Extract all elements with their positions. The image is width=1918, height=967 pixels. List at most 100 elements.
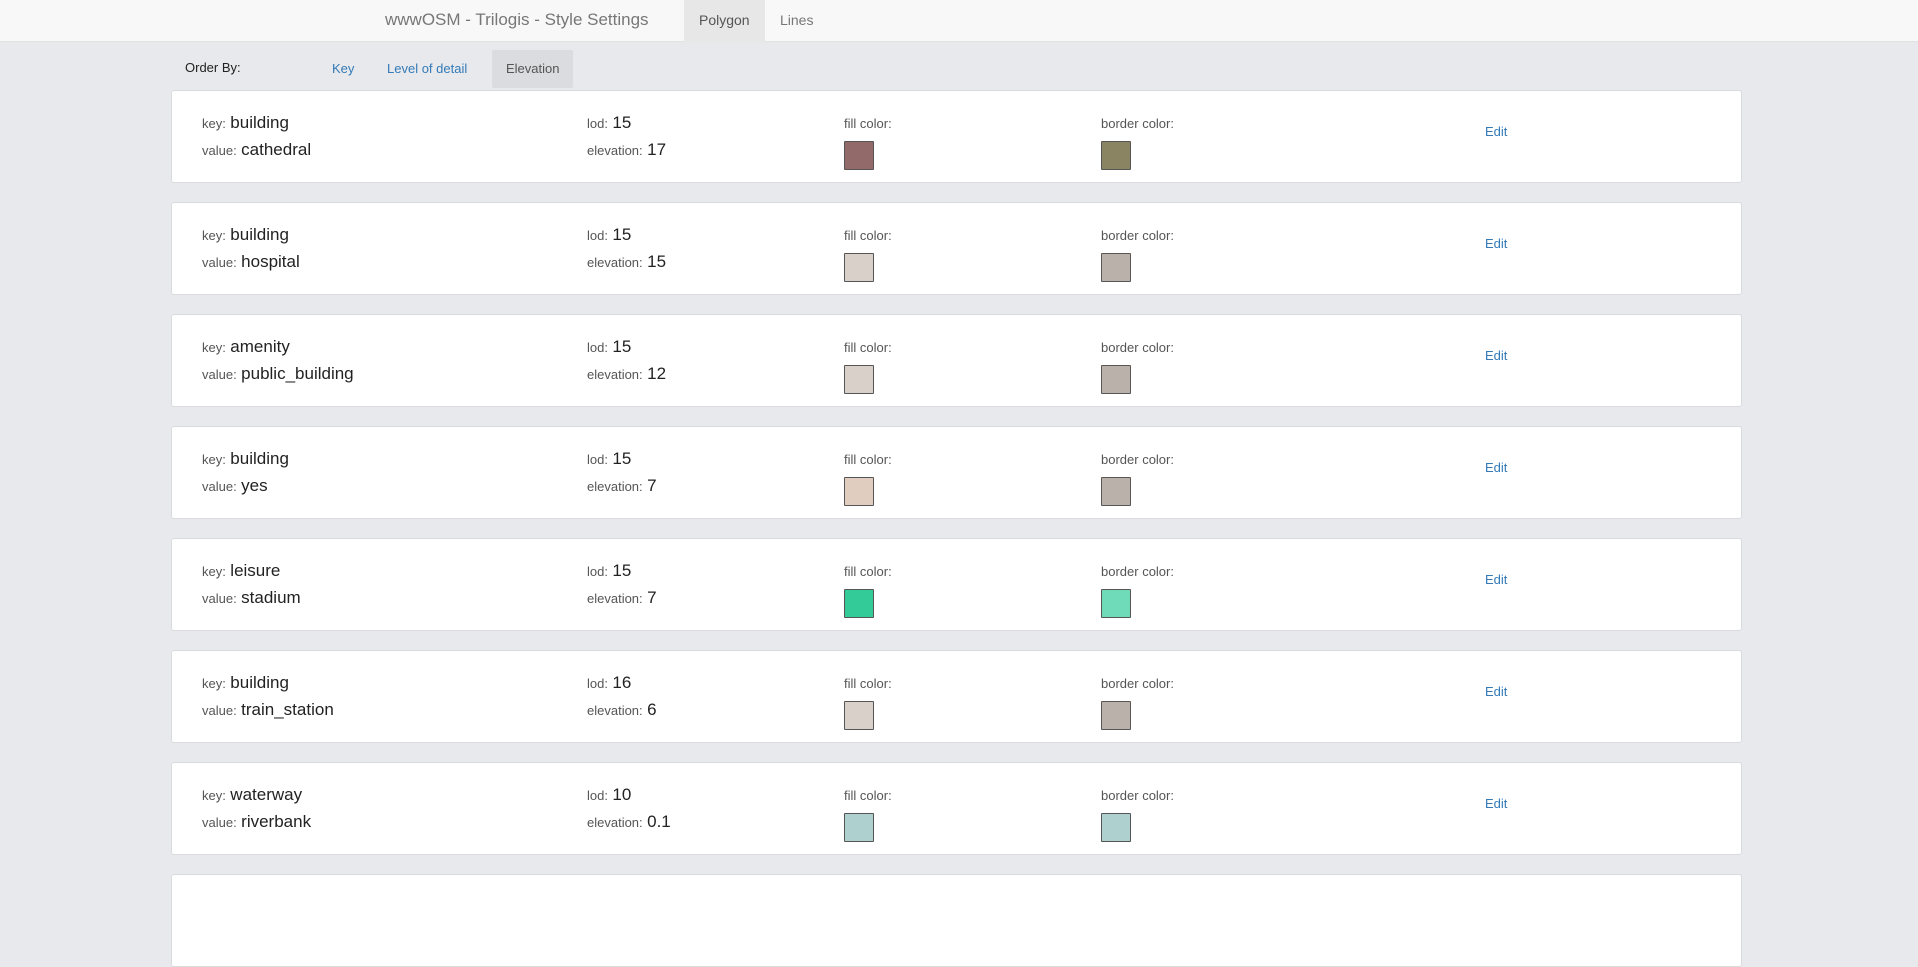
lod-label: lod: bbox=[587, 452, 608, 467]
elevation-value: 0.1 bbox=[647, 812, 671, 831]
elevation-label: elevation: bbox=[587, 367, 643, 382]
value-value: cathedral bbox=[241, 140, 312, 159]
elevation-row: elevation: 17 bbox=[587, 140, 666, 160]
fill-color-swatch bbox=[844, 589, 874, 618]
value-row: value: cathedral bbox=[202, 140, 311, 160]
style-card: key: building value: cathedral lod: 15 e… bbox=[171, 90, 1742, 183]
elevation-row: elevation: 12 bbox=[587, 364, 666, 384]
fill-color-swatch bbox=[844, 477, 874, 506]
elevation-label: elevation: bbox=[587, 479, 643, 494]
key-row: key: building bbox=[202, 225, 289, 245]
elevation-value: 17 bbox=[647, 140, 667, 159]
lod-row: lod: 15 bbox=[587, 225, 631, 245]
border-color-label: border color: bbox=[1101, 564, 1174, 579]
value-label: value: bbox=[202, 479, 237, 494]
key-value: amenity bbox=[230, 337, 290, 356]
key-label: key: bbox=[202, 564, 226, 579]
style-card: key: building value: train_station lod: … bbox=[171, 650, 1742, 743]
key-value: leisure bbox=[230, 561, 281, 580]
elevation-row: elevation: 0.1 bbox=[587, 812, 671, 832]
edit-button[interactable]: Edit bbox=[1485, 348, 1507, 363]
elevation-row: elevation: 6 bbox=[587, 700, 657, 720]
elevation-label: elevation: bbox=[587, 591, 643, 606]
key-label: key: bbox=[202, 228, 226, 243]
app-title[interactable]: wwwOSM - Trilogis - Style Settings bbox=[385, 0, 649, 42]
fill-color-label: fill color: bbox=[844, 116, 892, 131]
lod-row: lod: 15 bbox=[587, 449, 631, 469]
key-row: key: building bbox=[202, 673, 289, 693]
key-row: key: building bbox=[202, 113, 289, 133]
top-navbar: wwwOSM - Trilogis - Style Settings Polyg… bbox=[0, 0, 1918, 42]
elevation-label: elevation: bbox=[587, 255, 643, 270]
value-label: value: bbox=[202, 367, 237, 382]
order-by-label: Order By: bbox=[185, 60, 241, 75]
key-value: building bbox=[230, 673, 289, 692]
order-by-level-of-detail[interactable]: Level of detail bbox=[373, 50, 481, 88]
value-row: value: stadium bbox=[202, 588, 301, 608]
order-by-bar: Order By: Key Level of detail Elevation bbox=[0, 50, 1918, 88]
tab-polygon[interactable]: Polygon bbox=[684, 0, 765, 42]
key-value: building bbox=[230, 449, 289, 468]
border-color-label: border color: bbox=[1101, 452, 1174, 467]
key-row: key: building bbox=[202, 449, 289, 469]
key-value: building bbox=[230, 225, 289, 244]
border-color-label: border color: bbox=[1101, 228, 1174, 243]
lod-value: 10 bbox=[612, 785, 632, 804]
border-color-swatch bbox=[1101, 365, 1131, 394]
elevation-row: elevation: 15 bbox=[587, 252, 666, 272]
value-label: value: bbox=[202, 255, 237, 270]
elevation-value: 7 bbox=[647, 588, 657, 607]
order-by-key[interactable]: Key bbox=[318, 50, 368, 88]
lod-label: lod: bbox=[587, 228, 608, 243]
value-label: value: bbox=[202, 703, 237, 718]
lod-row: lod: 15 bbox=[587, 113, 631, 133]
key-value: building bbox=[230, 113, 289, 132]
value-value: riverbank bbox=[241, 812, 312, 831]
edit-button[interactable]: Edit bbox=[1485, 684, 1507, 699]
lod-label: lod: bbox=[587, 676, 608, 691]
fill-color-label: fill color: bbox=[844, 452, 892, 467]
value-value: hospital bbox=[241, 252, 300, 271]
value-row: value: hospital bbox=[202, 252, 300, 272]
edit-button[interactable]: Edit bbox=[1485, 572, 1507, 587]
elevation-value: 15 bbox=[647, 252, 667, 271]
value-row: value: train_station bbox=[202, 700, 334, 720]
tab-lines[interactable]: Lines bbox=[765, 0, 828, 42]
elevation-row: elevation: 7 bbox=[587, 476, 657, 496]
elevation-value: 12 bbox=[647, 364, 667, 383]
fill-color-label: fill color: bbox=[844, 676, 892, 691]
order-by-elevation[interactable]: Elevation bbox=[492, 50, 574, 88]
key-value: waterway bbox=[230, 785, 303, 804]
border-color-label: border color: bbox=[1101, 116, 1174, 131]
key-row: key: leisure bbox=[202, 561, 280, 581]
lod-row: lod: 10 bbox=[587, 785, 631, 805]
lod-value: 16 bbox=[612, 673, 632, 692]
lod-value: 15 bbox=[612, 225, 632, 244]
key-label: key: bbox=[202, 116, 226, 131]
lod-label: lod: bbox=[587, 340, 608, 355]
value-row: value: yes bbox=[202, 476, 268, 496]
border-color-swatch bbox=[1101, 253, 1131, 282]
border-color-label: border color: bbox=[1101, 676, 1174, 691]
elevation-label: elevation: bbox=[587, 143, 643, 158]
style-card: key: leisure value: stadium lod: 15 elev… bbox=[171, 538, 1742, 631]
elevation-value: 7 bbox=[647, 476, 657, 495]
edit-button[interactable]: Edit bbox=[1485, 460, 1507, 475]
border-color-swatch bbox=[1101, 813, 1131, 842]
value-value: public_building bbox=[241, 364, 354, 383]
lod-label: lod: bbox=[587, 564, 608, 579]
fill-color-swatch bbox=[844, 701, 874, 730]
edit-button[interactable]: Edit bbox=[1485, 124, 1507, 139]
border-color-swatch bbox=[1101, 589, 1131, 618]
fill-color-label: fill color: bbox=[844, 564, 892, 579]
fill-color-label: fill color: bbox=[844, 228, 892, 243]
style-card: key: building value: hospital lod: 15 el… bbox=[171, 202, 1742, 295]
lod-label: lod: bbox=[587, 116, 608, 131]
edit-button[interactable]: Edit bbox=[1485, 796, 1507, 811]
elevation-value: 6 bbox=[647, 700, 657, 719]
value-row: value: riverbank bbox=[202, 812, 311, 832]
edit-button[interactable]: Edit bbox=[1485, 236, 1507, 251]
lod-row: lod: 16 bbox=[587, 673, 631, 693]
elevation-label: elevation: bbox=[587, 703, 643, 718]
fill-color-swatch bbox=[844, 141, 874, 170]
